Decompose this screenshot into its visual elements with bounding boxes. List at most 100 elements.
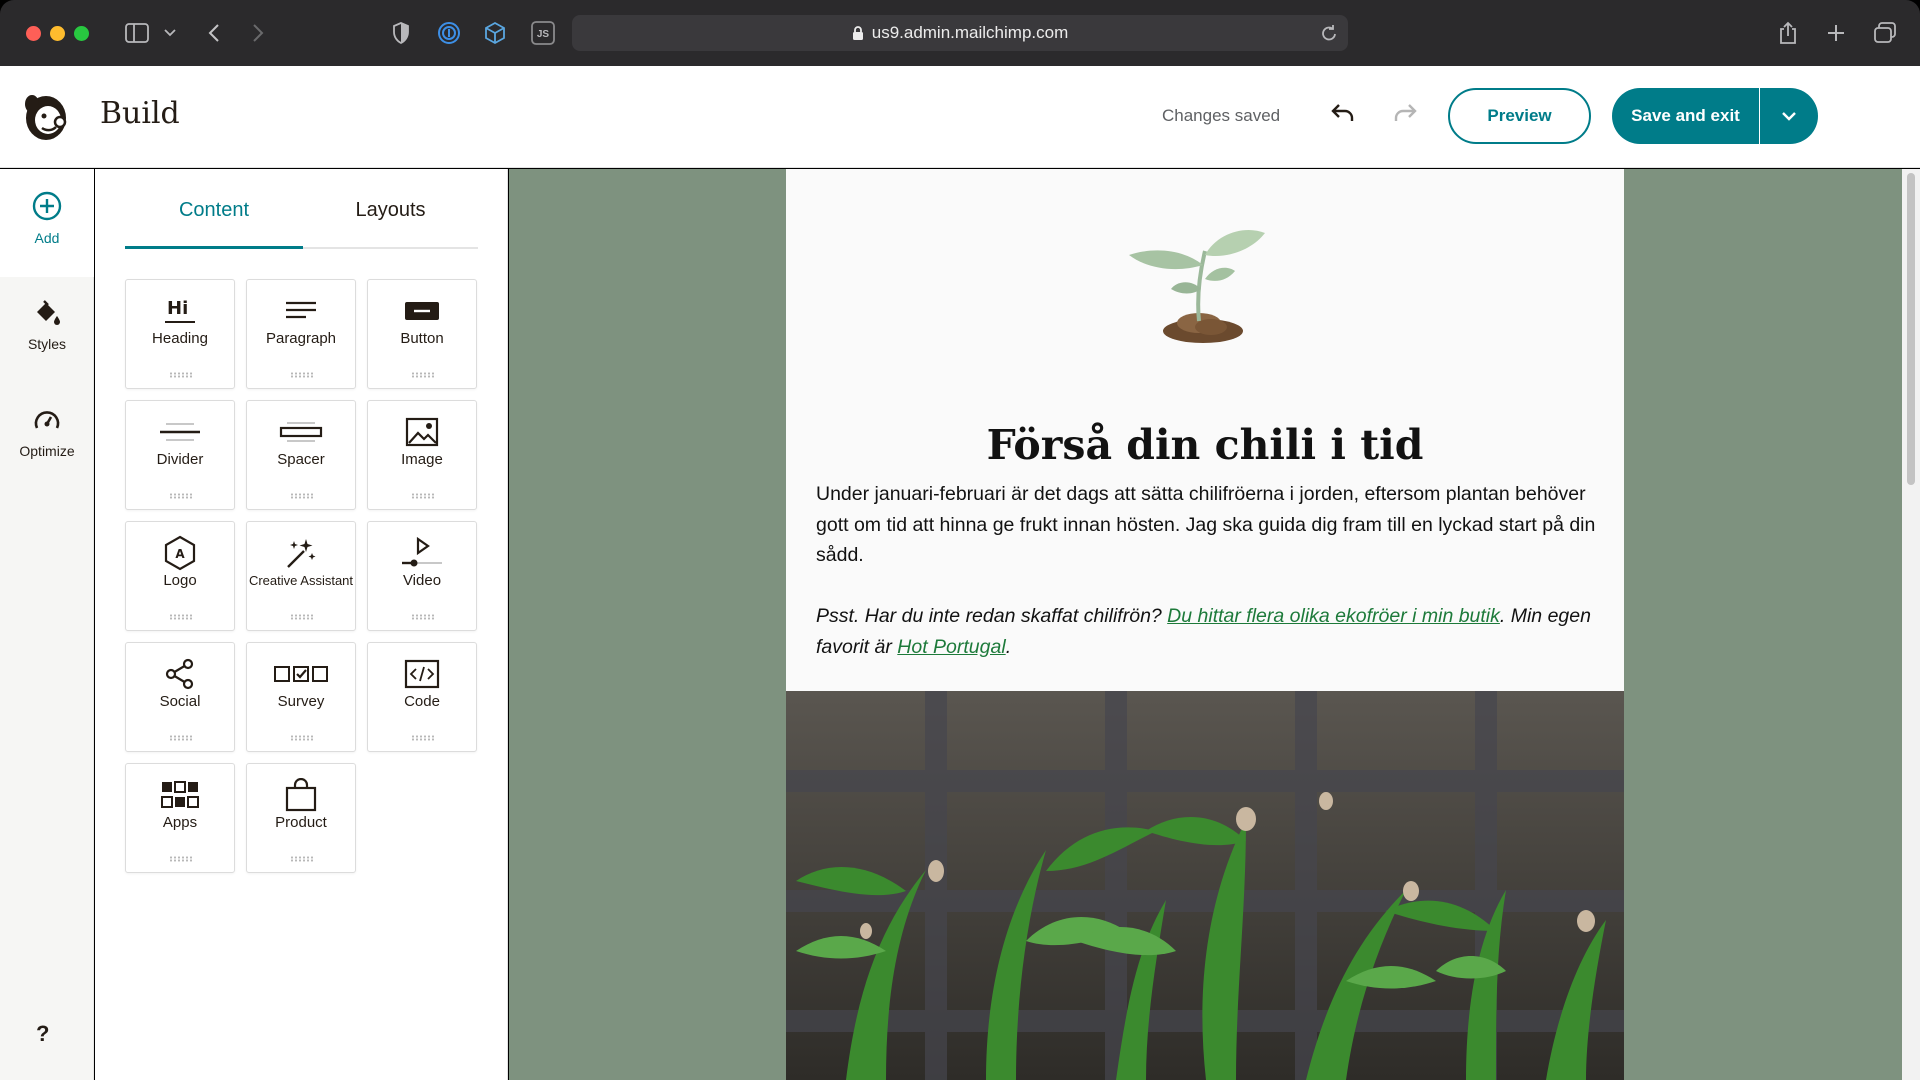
block-product[interactable]: Product: [246, 763, 356, 873]
page-title: Build: [100, 96, 180, 131]
drag-handle-icon[interactable]: [290, 614, 314, 620]
block-image[interactable]: Image: [367, 400, 477, 510]
tab-layouts[interactable]: Layouts: [303, 199, 478, 222]
block-label: Button: [400, 330, 444, 347]
rail-item-label: Optimize: [19, 443, 75, 459]
drag-handle-icon[interactable]: [411, 735, 435, 741]
save-status: Changes saved: [1162, 106, 1281, 125]
block-survey[interactable]: Survey: [246, 642, 356, 752]
logo-icon: A: [163, 535, 197, 571]
block-label: Creative Assistant: [248, 573, 354, 588]
help-button[interactable]: ?: [36, 1021, 49, 1047]
block-label: Social: [159, 693, 201, 710]
block-label: Code: [404, 693, 440, 710]
block-label: Apps: [162, 814, 198, 831]
forward-arrow-icon[interactable]: [248, 20, 268, 46]
js-extension-icon[interactable]: JS: [530, 20, 556, 46]
panel-tabs: Content Layouts: [125, 169, 478, 249]
scrollbar-thumb[interactable]: [1907, 173, 1915, 485]
sidebar-toggle-icon[interactable]: [124, 20, 150, 46]
block-social[interactable]: Social: [125, 642, 235, 752]
seedling-image[interactable]: [1119, 205, 1269, 345]
new-tab-icon[interactable]: [1824, 20, 1848, 46]
minimize-window-button[interactable]: [50, 26, 65, 41]
zoom-window-button[interactable]: [74, 26, 89, 41]
shield-icon[interactable]: [390, 20, 412, 46]
app-header: Build Changes saved Preview Save and exi…: [0, 66, 1920, 168]
ps-text: Psst. Har du inte redan skaffat chilifrö…: [816, 605, 1168, 627]
cube-extension-icon[interactable]: [482, 20, 508, 46]
email-preview[interactable]: Förså din chili i tid Under januari-febr…: [786, 169, 1624, 1080]
code-icon: [404, 657, 440, 691]
block-label: Spacer: [277, 451, 325, 468]
drag-handle-icon[interactable]: [290, 372, 314, 378]
address-bar[interactable]: us9.admin.mailchimp.com: [572, 15, 1348, 51]
block-code[interactable]: Code: [367, 642, 477, 752]
survey-icon: [273, 657, 329, 691]
block-heading[interactable]: Hi Heading: [125, 279, 235, 389]
block-divider[interactable]: Divider: [125, 400, 235, 510]
active-tab-indicator: [125, 246, 303, 249]
block-label: Product: [275, 814, 327, 831]
email-heading[interactable]: Förså din chili i tid: [786, 421, 1624, 469]
save-and-exit-button[interactable]: Save and exit: [1612, 88, 1759, 144]
hot-portugal-link[interactable]: Hot Portugal: [897, 636, 1005, 658]
block-apps[interactable]: Apps: [125, 763, 235, 873]
close-window-button[interactable]: [26, 26, 41, 41]
lock-icon: [852, 25, 864, 41]
rail-item-label: Add: [34, 230, 60, 246]
tab-content[interactable]: Content: [125, 199, 303, 222]
rail-item-label: Styles: [27, 336, 67, 352]
block-paragraph[interactable]: Paragraph: [246, 279, 356, 389]
drag-handle-icon[interactable]: [169, 735, 193, 741]
rail-item-add[interactable]: Add: [0, 191, 94, 246]
video-icon: [400, 536, 444, 570]
drag-handle-icon[interactable]: [290, 493, 314, 499]
block-button[interactable]: Button: [367, 279, 477, 389]
block-video[interactable]: Video: [367, 521, 477, 631]
share-icon: [164, 657, 196, 691]
mailchimp-logo-icon[interactable]: [22, 88, 72, 142]
drag-handle-icon[interactable]: [290, 735, 314, 741]
drag-handle-icon[interactable]: [169, 856, 193, 862]
block-creative-assistant[interactable]: Creative Assistant: [246, 521, 356, 631]
rail-item-optimize[interactable]: Optimize: [0, 406, 94, 459]
canvas-scrollbar[interactable]: [1902, 169, 1920, 1080]
shop-link[interactable]: Du hittar flera olika ekofröer i min but…: [1167, 605, 1500, 627]
browser-toolbar: JS us9.admin.mailchimp.com: [0, 0, 1920, 66]
tab-overview-icon[interactable]: [1872, 20, 1898, 46]
block-label: Logo: [163, 572, 197, 589]
back-arrow-icon[interactable]: [204, 20, 224, 46]
block-spacer[interactable]: Spacer: [246, 400, 356, 510]
chevron-down-icon: [1781, 109, 1797, 124]
drag-handle-icon[interactable]: [169, 614, 193, 620]
reload-icon[interactable]: [1320, 23, 1338, 48]
preview-button[interactable]: Preview: [1448, 88, 1591, 144]
magic-wand-icon: [284, 536, 318, 570]
save-options-dropdown[interactable]: [1760, 88, 1818, 144]
apps-icon: [160, 778, 200, 812]
drag-handle-icon[interactable]: [411, 372, 435, 378]
add-circle-icon: [32, 191, 62, 224]
undo-icon[interactable]: [1330, 102, 1356, 129]
redo-icon[interactable]: [1392, 102, 1418, 129]
block-logo[interactable]: A Logo: [125, 521, 235, 631]
drag-handle-icon[interactable]: [169, 372, 193, 378]
email-ps-paragraph[interactable]: Psst. Har du inte redan skaffat chilifrö…: [816, 601, 1606, 662]
block-label: Survey: [277, 693, 325, 710]
seedlings-photo[interactable]: [786, 691, 1624, 1080]
email-paragraph[interactable]: Under januari-februari är det dags att s…: [816, 479, 1606, 571]
drag-handle-icon[interactable]: [411, 614, 435, 620]
share-icon[interactable]: [1776, 20, 1800, 46]
password-manager-icon[interactable]: [436, 20, 462, 46]
spacer-icon: [279, 415, 323, 449]
url-text: us9.admin.mailchimp.com: [871, 23, 1069, 42]
drag-handle-icon[interactable]: [290, 856, 314, 862]
block-label: Paragraph: [265, 330, 337, 347]
svg-text:Hi: Hi: [167, 298, 188, 319]
drag-handle-icon[interactable]: [169, 493, 193, 499]
chevron-down-icon[interactable]: [162, 20, 178, 46]
rail-item-styles[interactable]: Styles: [0, 299, 94, 352]
drag-handle-icon[interactable]: [411, 493, 435, 499]
button-icon: [404, 294, 440, 328]
